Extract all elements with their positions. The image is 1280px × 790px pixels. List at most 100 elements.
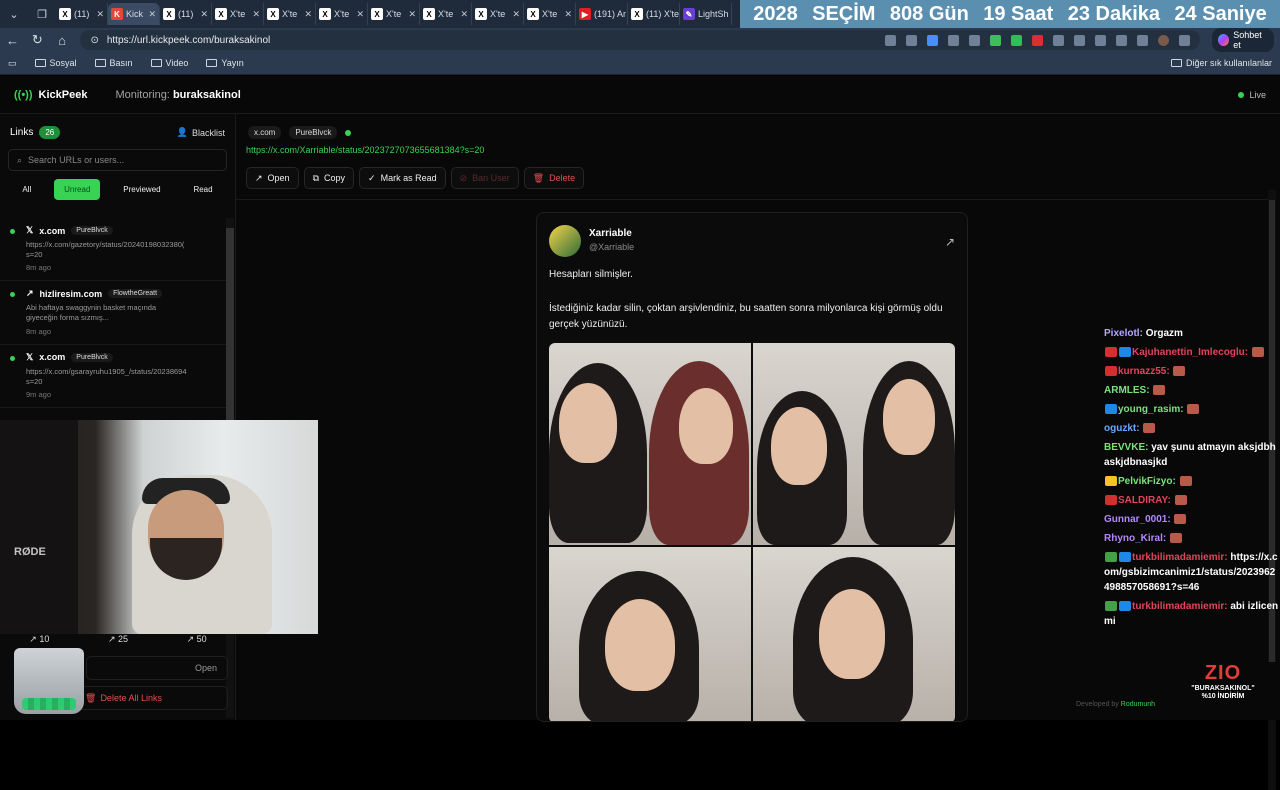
favorites-icon[interactable] — [1095, 35, 1106, 46]
open-custom-row[interactable]: Open — [86, 656, 228, 680]
favorite-star-icon[interactable] — [927, 35, 938, 46]
sponsor-promo: ZIO "BURAKSAKINOL" %10 İNDİRİM — [1166, 662, 1280, 720]
link-item[interactable]: 𝕏x.comPureBlvckhttps://x.com/gazetory/st… — [0, 218, 228, 281]
open-50-button[interactable]: ↗ 50 — [187, 634, 207, 645]
browser-tab[interactable]: XX'te✕ — [420, 3, 472, 25]
chat-username[interactable]: SALDIRAY: — [1118, 495, 1171, 506]
delete-button[interactable]: 🗑Delete — [524, 167, 584, 189]
url-input[interactable]: ⊙ https://url.kickpeek.com/buraksakinol — [80, 30, 1200, 50]
translate-icon[interactable] — [885, 35, 896, 46]
extensions-puzzle-icon[interactable] — [1053, 35, 1064, 46]
browser-tab[interactable]: X(11)✕ — [56, 3, 108, 25]
close-tab-icon[interactable]: ✕ — [356, 9, 364, 20]
chat-username[interactable]: ARMLES: — [1104, 385, 1150, 396]
collections-icon[interactable] — [1137, 35, 1148, 46]
browser-essentials-icon[interactable] — [1116, 35, 1127, 46]
copy-button[interactable]: ⧉Copy — [304, 167, 354, 189]
close-tab-icon[interactable]: ✕ — [252, 9, 260, 20]
filter-unread[interactable]: Unread — [54, 179, 100, 200]
ban-user-button[interactable]: ⊘Ban User — [451, 167, 519, 189]
copilot-chat-button[interactable]: Sohbet et — [1212, 28, 1274, 52]
sidebar-toggle-icon[interactable]: ▭ — [8, 58, 17, 69]
tweet-photo-grid — [549, 343, 955, 722]
browser-tab[interactable]: XX'te✕ — [264, 3, 316, 25]
x-icon: X — [631, 8, 643, 20]
split-screen-icon[interactable] — [1074, 35, 1085, 46]
close-tab-icon[interactable]: ✕ — [460, 9, 468, 20]
browser-tab[interactable]: X(11) X'te✕ — [628, 3, 680, 25]
browser-tab[interactable]: ▶(191) Ar✕ — [576, 3, 628, 25]
open-10-button[interactable]: ↗ 10 — [29, 634, 49, 645]
browser-tab[interactable]: XX'te✕ — [368, 3, 420, 25]
bookmark-folder-other[interactable]: Diğer sık kullanılanlar — [1171, 58, 1272, 68]
close-tab-icon[interactable]: ✕ — [564, 9, 572, 20]
browser-tab[interactable]: XX'te✕ — [212, 3, 264, 25]
link-item[interactable]: 𝕏x.comPureBlvckhttps://x.com/gsarayruhu1… — [0, 345, 228, 408]
refresh-icon[interactable]: ↻ — [31, 32, 44, 48]
link-user-tag: PureBlvck — [71, 226, 113, 235]
extension-icon[interactable] — [948, 35, 959, 46]
read-aloud-icon[interactable] — [906, 35, 917, 46]
mark-as-read-button[interactable]: ✓Mark as Read — [359, 167, 446, 189]
badge-icon — [1105, 476, 1117, 486]
extension-icon[interactable] — [1032, 35, 1043, 46]
tweet-photo[interactable] — [549, 547, 751, 722]
extension-icon[interactable] — [990, 35, 1001, 46]
browser-tab[interactable]: X(11)✕ — [160, 3, 212, 25]
browser-tab[interactable]: ✎LightSh✕ — [680, 3, 732, 25]
tweet-photo[interactable] — [753, 547, 955, 722]
search-input[interactable]: ⌕ Search URLs or users... — [8, 149, 227, 171]
chat-username[interactable]: Kajuhanettin_Imlecoglu: — [1132, 347, 1248, 358]
scrollbar-thumb[interactable] — [226, 228, 234, 428]
bookmark-folder-yayin[interactable]: Yayın — [206, 58, 243, 68]
chat-username[interactable]: kurnazz55: — [1118, 366, 1170, 377]
profile-avatar-icon[interactable] — [1158, 35, 1169, 46]
delete-all-links-button[interactable]: 🗑 Delete All Links — [78, 686, 228, 710]
more-menu-icon[interactable] — [1179, 35, 1190, 46]
chat-username[interactable]: turkbilimadamiemir: — [1132, 601, 1228, 612]
bookmark-folder-basin[interactable]: Basın — [95, 58, 133, 68]
filter-all[interactable]: All — [12, 179, 41, 200]
close-tab-icon[interactable]: ✕ — [304, 9, 312, 20]
extension-icon[interactable] — [1011, 35, 1022, 46]
link-time: 8m ago — [14, 263, 220, 272]
close-tab-icon[interactable]: ✕ — [408, 9, 416, 20]
filter-read[interactable]: Read — [183, 179, 222, 200]
back-icon[interactable]: ← — [6, 33, 19, 48]
chat-username[interactable]: PelvikFizyo: — [1118, 476, 1176, 487]
chat-username[interactable]: BEVVKE: — [1104, 442, 1148, 453]
extension-icon[interactable] — [969, 35, 980, 46]
home-icon[interactable]: ⌂ — [56, 33, 69, 48]
browser-tab[interactable]: KKick✕ — [108, 3, 160, 25]
workspaces-icon[interactable]: ❐ — [28, 0, 56, 28]
page-info-icon[interactable]: ⊙ — [90, 35, 98, 46]
browser-tab[interactable]: XX'te✕ — [316, 3, 368, 25]
tweet-photo[interactable] — [753, 343, 955, 545]
filter-previewed[interactable]: Previewed — [113, 179, 170, 200]
chat-username[interactable]: young_rasim: — [1118, 404, 1184, 415]
tab-list-chevron-icon[interactable]: ⌄ — [0, 0, 28, 28]
tweet-photo[interactable] — [549, 343, 751, 545]
chat-username[interactable]: Pixelotl: — [1104, 328, 1143, 339]
chat-username[interactable]: Rhyno_Kiral: — [1104, 533, 1166, 544]
close-tab-icon[interactable]: ✕ — [96, 9, 104, 20]
tweet-avatar — [549, 225, 581, 257]
chat-username[interactable]: Gunnar_0001: — [1104, 514, 1171, 525]
chat-username[interactable]: turkbilimadamiemir: — [1132, 552, 1228, 563]
close-tab-icon[interactable]: ✕ — [148, 9, 156, 20]
preview-url[interactable]: https://x.com/Xarriable/status/202372707… — [246, 145, 484, 155]
open-button[interactable]: ↗Open — [246, 167, 299, 189]
link-item[interactable]: ↗hizliresim.comFlowtheGreattAbi haftaya … — [0, 281, 228, 344]
tab-label: X'te — [282, 9, 297, 19]
open-25-button[interactable]: ↗ 25 — [108, 634, 128, 645]
blacklist-button[interactable]: 👤 Blacklist — [177, 127, 225, 138]
browser-tab[interactable]: XX'te✕ — [472, 3, 524, 25]
browser-tab[interactable]: XX'te✕ — [524, 3, 576, 25]
bookmark-folder-sosyal[interactable]: Sosyal — [35, 58, 77, 68]
close-tab-icon[interactable]: ✕ — [512, 9, 520, 20]
promo-discount: %10 İNDİRİM — [1166, 693, 1280, 701]
external-link-icon[interactable]: ↗ — [945, 235, 955, 249]
chat-username[interactable]: oguzkt: — [1104, 423, 1140, 434]
close-tab-icon[interactable]: ✕ — [200, 9, 208, 20]
bookmark-folder-video[interactable]: Video — [151, 58, 189, 68]
